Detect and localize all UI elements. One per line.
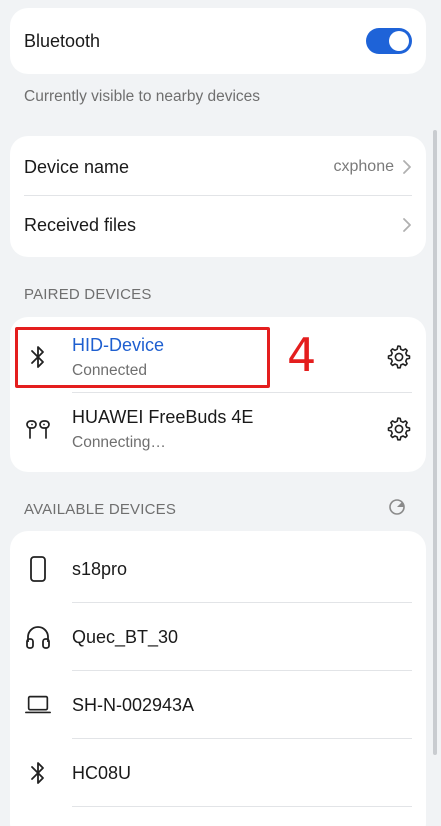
highlight-box	[15, 327, 270, 388]
device-name: HUAWEI FreeBuds 4E	[72, 406, 254, 427]
bluetooth-card: Bluetooth	[10, 8, 426, 74]
bluetooth-row[interactable]: Bluetooth	[10, 8, 426, 74]
chevron-right-icon	[403, 160, 411, 174]
device-name: SH-N-002943A	[72, 694, 195, 715]
paired-device-row-freebuds[interactable]: HUAWEI FreeBuds 4E Connecting…	[10, 393, 426, 465]
headphones-icon	[24, 623, 52, 651]
device-settings-card: Device name cxphone Received files	[10, 136, 426, 257]
device-status: Connecting…	[72, 433, 166, 451]
device-name: HC08U	[72, 762, 132, 783]
bluetooth-toggle[interactable]	[366, 28, 412, 54]
gear-icon[interactable]	[384, 343, 412, 371]
available-devices-card: s18pro Quec_BT_30 SH-N-002943A HC08U	[10, 531, 426, 826]
available-device-row[interactable]: Quec_BT_30	[10, 603, 426, 671]
available-devices-header: AVAILABLE DEVICES	[24, 501, 177, 518]
available-device-row[interactable]: SH-N-002943A	[10, 671, 426, 739]
annotation-label: 4	[287, 328, 317, 382]
device-name-label: Device name	[24, 156, 130, 177]
bluetooth-settings-page: Bluetooth Currently visible to nearby de…	[0, 0, 441, 826]
earbuds-icon	[24, 415, 52, 443]
device-name-value: cxphone	[333, 158, 395, 175]
gear-icon[interactable]	[384, 415, 412, 443]
received-files-row[interactable]: Received files	[10, 196, 426, 254]
device-name: s18pro	[72, 558, 128, 579]
phone-icon	[24, 555, 52, 583]
bluetooth-icon	[24, 759, 52, 787]
scrollbar[interactable]	[433, 130, 437, 755]
divider	[72, 806, 412, 807]
toggle-knob	[389, 31, 409, 51]
bluetooth-label: Bluetooth	[24, 30, 101, 51]
visibility-caption: Currently visible to nearby devices	[24, 88, 261, 105]
paired-devices-header: PAIRED DEVICES	[24, 286, 152, 303]
received-files-label: Received files	[24, 214, 137, 235]
chevron-right-icon	[403, 218, 411, 232]
loading-spinner-icon	[389, 499, 405, 515]
available-device-row[interactable]: s18pro	[10, 535, 426, 603]
available-device-row[interactable]: HC08U	[10, 739, 426, 807]
device-name-row[interactable]: Device name cxphone	[10, 138, 426, 196]
device-name: Quec_BT_30	[72, 626, 179, 647]
laptop-icon	[24, 691, 52, 719]
